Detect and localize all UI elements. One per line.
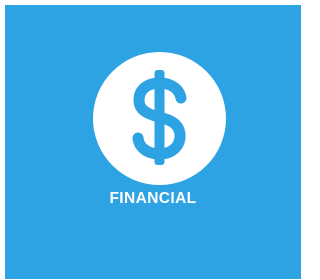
- financial-tile[interactable]: FINANCIAL: [5, 5, 301, 279]
- tile-label: FINANCIAL: [109, 190, 197, 207]
- dollar-sign-icon: [93, 52, 226, 185]
